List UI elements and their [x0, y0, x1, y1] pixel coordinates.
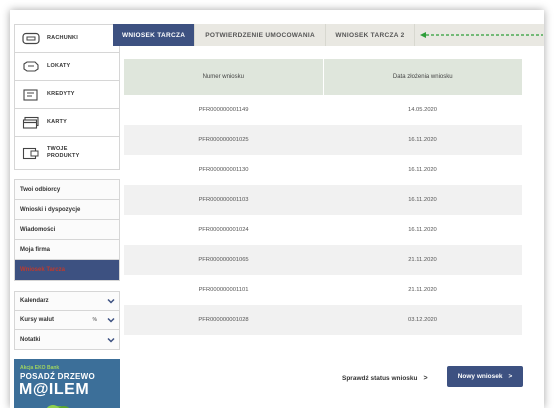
table-row[interactable]: PFR000000001024 16.11.2020: [124, 215, 522, 245]
banner-heading: POSADŹ DRZEWO: [20, 372, 96, 381]
cell-date: 14.05.2020: [407, 107, 437, 113]
sidebar-item-odbiorcy[interactable]: Twoi odbiorcy: [15, 180, 119, 200]
applications-table: Numer wniosku Data złożenia wniosku PFR0…: [124, 59, 522, 335]
cell-date: 16.11.2020: [408, 167, 437, 173]
widget-kursy-walut[interactable]: Kursy walut %: [15, 311, 119, 330]
column-header-number: Numer wniosku: [202, 74, 244, 80]
sidebar-item-wniosek-tarcza[interactable]: Wniosek Tarcza: [15, 260, 119, 280]
widget-kalendarz[interactable]: Kalendarz: [15, 292, 119, 311]
table-body: PFR000000001149 14.05.2020 PFR0000000010…: [124, 95, 522, 335]
cell-date: 21.11.2020: [408, 257, 437, 263]
sidebar-item-label: RACHUNKI: [47, 35, 78, 41]
widget-label: Kalendarz: [20, 298, 49, 304]
widget-label: Kursy walut: [20, 317, 55, 323]
cell-number: PFR000000001101: [198, 287, 249, 293]
table-row[interactable]: PFR000000001101 21.11.2020: [124, 275, 522, 305]
cell-number: PFR000000001065: [198, 257, 249, 263]
app-frame: RACHUNKI LOKATY KREDYTY KARTY TWOJE PROD…: [10, 10, 544, 408]
new-application-label: Nowy wniosek: [457, 373, 503, 380]
sidebar: RACHUNKI LOKATY KREDYTY KARTY TWOJE PROD…: [14, 24, 120, 408]
products-icon: [22, 147, 40, 160]
cell-number: PFR000000001149: [198, 107, 249, 113]
sidebar-item-rachunki[interactable]: RACHUNKI: [14, 24, 120, 52]
sidebar-item-wnioski[interactable]: Wnioski i dyspozycje: [15, 200, 119, 220]
cell-number: PFR000000001103: [198, 197, 249, 203]
cell-number: PFR000000001024: [198, 227, 249, 233]
column-header-date: Data złożenia wniosku: [322, 59, 523, 95]
table-row[interactable]: PFR000000001130 16.11.2020: [124, 155, 522, 185]
tab-wniosek-tarcza[interactable]: WNIOSEK TARCZA: [113, 24, 196, 46]
sidebar-item-label: KARTY: [47, 119, 67, 125]
cell-date: 16.11.2020: [408, 137, 437, 143]
tab-bar-spacer: [415, 24, 544, 46]
cell-date: 16.11.2020: [408, 197, 437, 203]
tab-potwierdzenie-umocowania[interactable]: POTWIERDZENIE UMOCOWANIA: [195, 24, 326, 46]
tab-wniosek-tarcza-2[interactable]: WNIOSEK TARCZA 2: [325, 24, 415, 46]
loan-icon: [22, 88, 40, 101]
sidebar-item-label: LOKATY: [47, 63, 71, 69]
table-row[interactable]: PFR000000001028 03.12.2020: [124, 305, 522, 335]
new-application-button[interactable]: Nowy wniosek >: [447, 366, 523, 387]
check-status-link[interactable]: Sprawdź status wniosku >: [342, 375, 428, 382]
account-icon: [22, 32, 40, 45]
sidebar-widgets: Kalendarz Kursy walut % Notatki: [14, 291, 120, 350]
chevron-down-icon: [107, 337, 115, 343]
sidebar-item-kredyty[interactable]: KREDYTY: [14, 80, 120, 108]
chevron-right-icon: >: [423, 375, 428, 382]
cell-number: PFR000000001025: [198, 137, 249, 143]
table-row[interactable]: PFR000000001103 16.11.2020: [124, 185, 522, 215]
percent-icon: %: [92, 317, 97, 323]
piggybank-icon: [22, 60, 40, 73]
sidebar-item-label: TWOJE PRODUKTY: [47, 146, 80, 159]
product-menu: RACHUNKI LOKATY KREDYTY KARTY TWOJE PROD…: [14, 24, 120, 170]
sidebar-item-label: KREDYTY: [47, 91, 75, 97]
eko-banner[interactable]: Akcja EKO Bank POSADŹ DRZEWO M@ILEM: [14, 359, 120, 408]
table-header: Numer wniosku Data złożenia wniosku: [124, 59, 522, 95]
card-icon: [22, 116, 40, 129]
cell-number: PFR000000001028: [198, 317, 249, 323]
sidebar-item-lokaty[interactable]: LOKATY: [14, 52, 120, 80]
table-row[interactable]: PFR000000001065 21.11.2020: [124, 245, 522, 275]
tab-bar: WNIOSEK TARCZA POTWIERDZENIE UMOCOWANIA …: [113, 24, 544, 46]
cell-date: 03.12.2020: [407, 317, 437, 323]
sidebar-item-moja-firma[interactable]: Moja firma: [15, 240, 119, 260]
cell-date: 21.11.2020: [408, 287, 437, 293]
check-status-label: Sprawdź status wniosku: [342, 375, 418, 382]
sidebar-item-twoje-produkty[interactable]: TWOJE PRODUKTY: [14, 136, 120, 170]
sidebar-nav: Twoi odbiorcy Wnioski i dyspozycje Wiado…: [14, 179, 120, 281]
sidebar-item-wiadomosci[interactable]: Wiadomości: [15, 220, 119, 240]
banner-title: M@ILEM: [19, 381, 90, 398]
table-row[interactable]: PFR000000001025 16.11.2020: [124, 125, 522, 155]
sidebar-item-karty[interactable]: KARTY: [14, 108, 120, 136]
widget-label: Notatki: [20, 336, 41, 343]
arrow-left-icon: [420, 32, 543, 38]
cell-date: 16.11.2020: [408, 227, 437, 233]
chevron-down-icon: [107, 298, 115, 304]
chevron-down-icon: [107, 317, 115, 323]
table-row[interactable]: PFR000000001149 14.05.2020: [124, 95, 522, 125]
cell-number: PFR000000001130: [198, 167, 249, 173]
chevron-right-icon: >: [508, 373, 513, 380]
widget-notatki[interactable]: Notatki: [15, 330, 119, 349]
tree-icon: [46, 405, 70, 408]
banner-tagline: Akcja EKO Bank: [20, 365, 60, 371]
